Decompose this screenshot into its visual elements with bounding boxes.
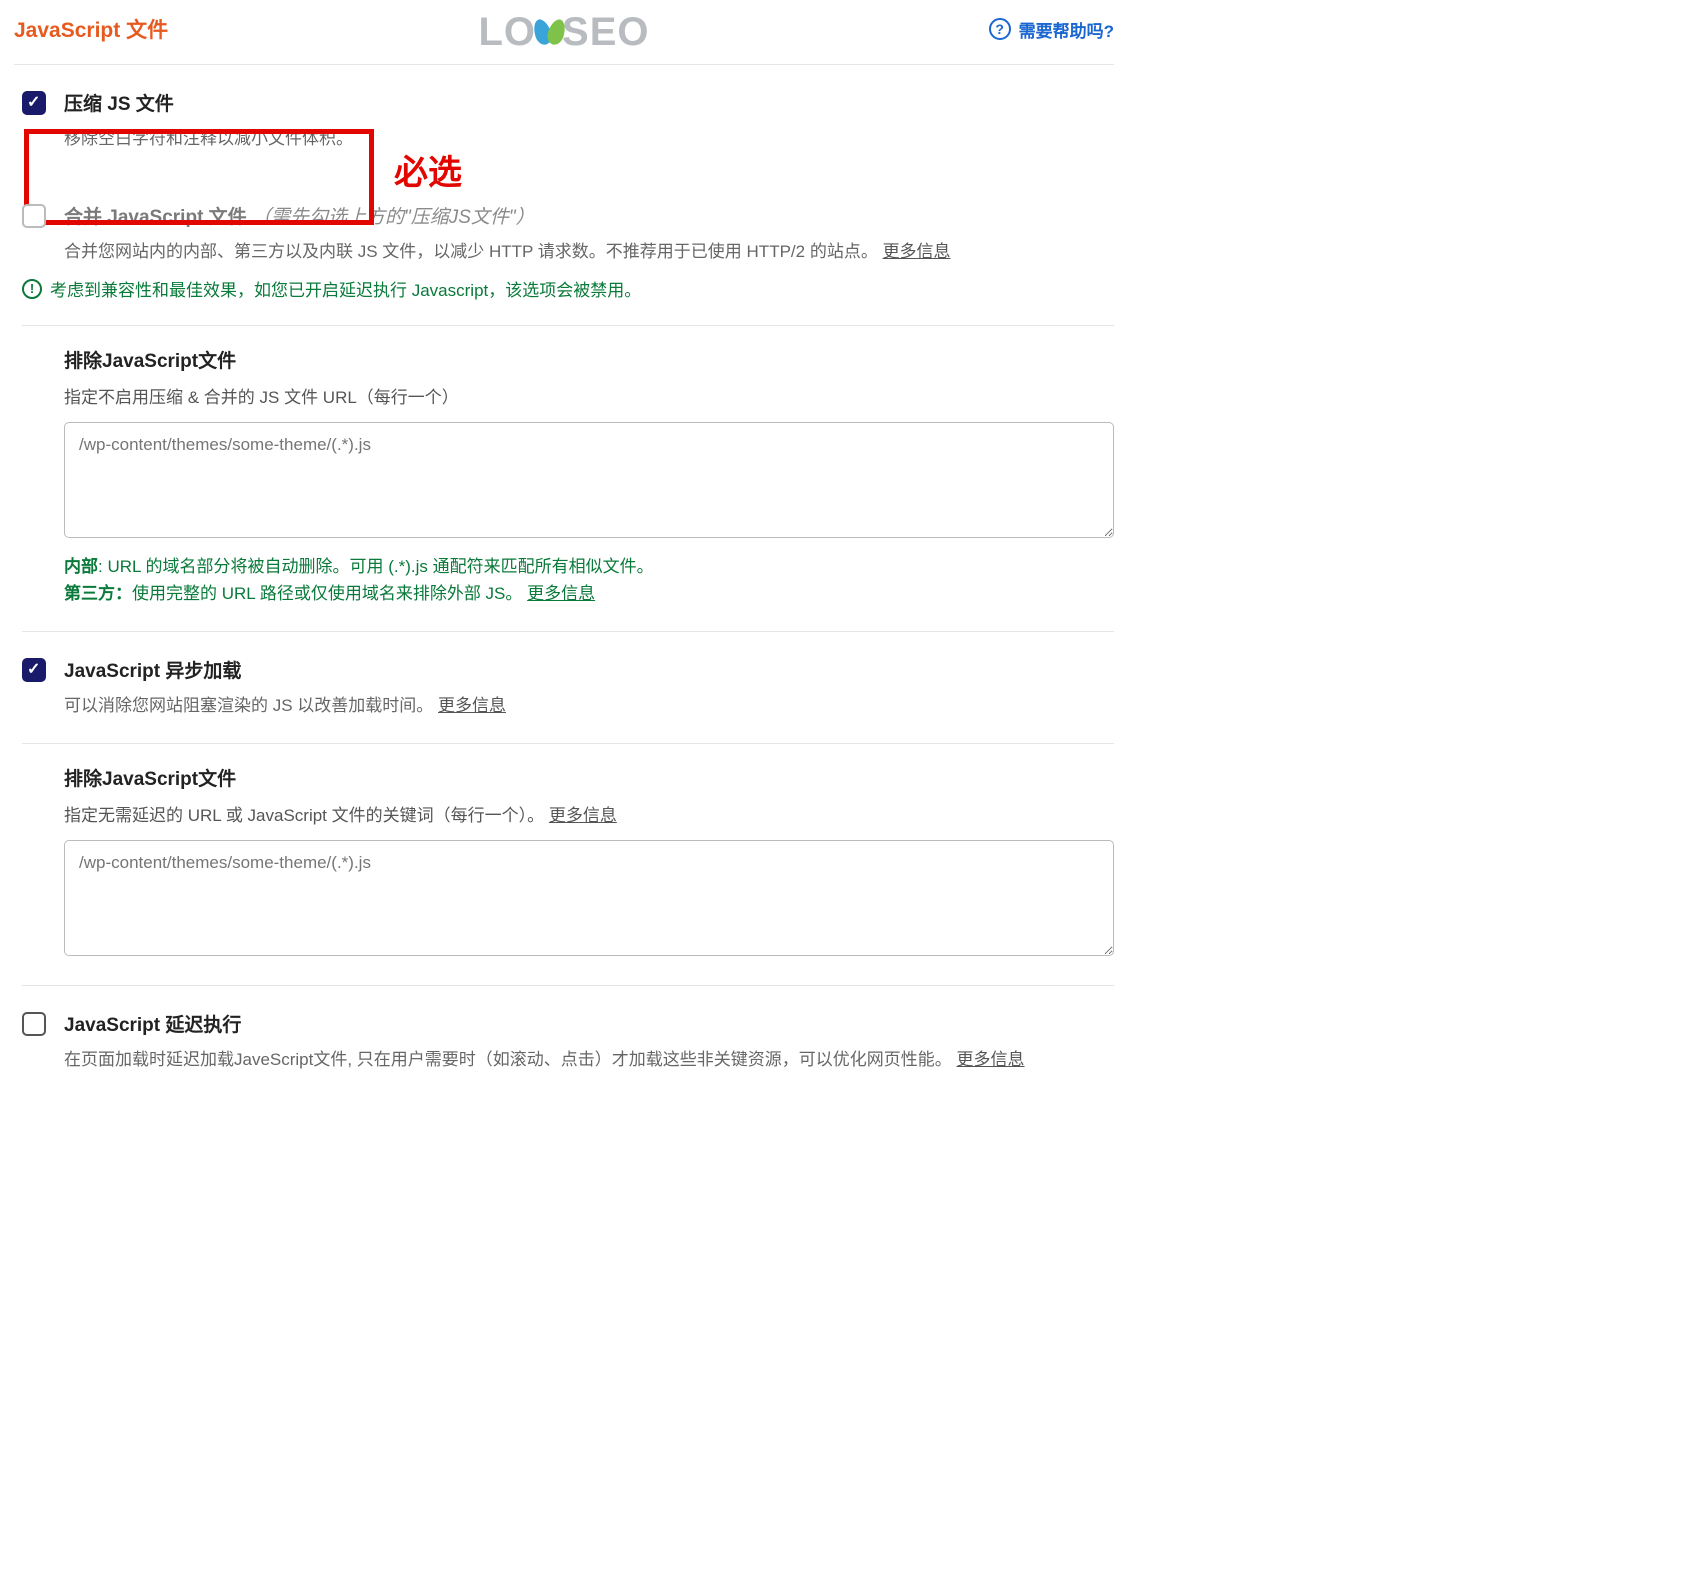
hint-internal-text: : URL 的域名部分将被自动删除。可用 (.*).js 通配符来匹配所有相似文…: [98, 557, 654, 576]
logo: LO SEO: [478, 10, 649, 55]
settings-panel: 必选 压缩 JS 文件 移除空白字符和注释以减小文件体积。 合并 JavaScr…: [14, 65, 1114, 1072]
combine-warning-text: 考虑到兼容性和最佳效果，如您已开启延迟执行 Javascript，该选项会被禁用…: [50, 276, 641, 301]
delay-js-desc-text: 在页面加载时延迟加载JaveScript文件, 只在用户需要时（如滚动、点击）才…: [64, 1050, 952, 1069]
more-info-link[interactable]: 更多信息: [527, 584, 595, 603]
defer-js-desc-text: 可以消除您网站阻塞渲染的 JS 以改善加载时间。: [64, 696, 433, 715]
exclude-defer-textarea[interactable]: [64, 840, 1114, 956]
minify-js-title: 压缩 JS 文件: [64, 89, 1114, 116]
defer-js-desc: 可以消除您网站阻塞渲染的 JS 以改善加载时间。 更多信息: [64, 693, 1114, 719]
defer-js-title: JavaScript 异步加载: [64, 656, 1114, 683]
combine-js-checkbox[interactable]: [22, 204, 46, 228]
help-icon: ?: [989, 18, 1011, 40]
combine-warning: ! 考虑到兼容性和最佳效果，如您已开启延迟执行 Javascript，该选项会被…: [22, 276, 1114, 301]
combine-js-title-main: 合并 JavaScript 文件: [64, 207, 247, 228]
more-info-link[interactable]: 更多信息: [957, 1050, 1025, 1069]
help-link-label: 需要帮助吗?: [1019, 17, 1114, 42]
logo-text-left: LO: [478, 10, 536, 55]
warning-icon: !: [22, 279, 42, 299]
exclude-minify-textarea[interactable]: [64, 422, 1114, 538]
more-info-link[interactable]: 更多信息: [438, 696, 506, 715]
more-info-link[interactable]: 更多信息: [883, 242, 951, 261]
logo-text-right: SEO: [562, 10, 649, 55]
delay-js-desc: 在页面加载时延迟加载JaveScript文件, 只在用户需要时（如滚动、点击）才…: [64, 1047, 1114, 1073]
leaf-icon: [534, 9, 564, 45]
defer-js-checkbox[interactable]: [22, 658, 46, 682]
help-link[interactable]: ? 需要帮助吗?: [989, 17, 1114, 42]
exclude-js-minify-block: 排除JavaScript文件 指定不启用压缩 & 合并的 JS 文件 URL（每…: [14, 326, 1114, 607]
option-minify-js: 压缩 JS 文件 移除空白字符和注释以减小文件体积。: [14, 65, 1114, 152]
hint-third-label: 第三方：: [64, 584, 132, 603]
minify-js-checkbox[interactable]: [22, 91, 46, 115]
exclude-defer-desc: 指定无需延迟的 URL 或 JavaScript 文件的关键词（每行一个）。 更…: [64, 801, 1114, 826]
exclude-minify-title: 排除JavaScript文件: [64, 346, 1114, 373]
delay-js-title: JavaScript 延迟执行: [64, 1010, 1114, 1037]
delay-js-checkbox[interactable]: [22, 1012, 46, 1036]
hint-third-text: 使用完整的 URL 路径或仅使用域名来排除外部 JS。: [132, 584, 522, 603]
combine-js-desc-text: 合并您网站内的内部、第三方以及内联 JS 文件，以减少 HTTP 请求数。不推荐…: [64, 242, 878, 261]
combine-js-title: 合并 JavaScript 文件 （需先勾选上方的"压缩JS文件"）: [64, 202, 1114, 229]
combine-js-desc: 合并您网站内的内部、第三方以及内联 JS 文件，以减少 HTTP 请求数。不推荐…: [64, 239, 1114, 265]
hint-internal-label: 内部: [64, 557, 98, 576]
page-header: JavaScript 文件 LO SEO ? 需要帮助吗?: [14, 0, 1114, 65]
exclude-defer-title: 排除JavaScript文件: [64, 764, 1114, 791]
more-info-link[interactable]: 更多信息: [549, 806, 617, 825]
exclude-hints: 内部: URL 的域名部分将被自动删除。可用 (.*).js 通配符来匹配所有相…: [64, 553, 1114, 607]
exclude-minify-desc: 指定不启用压缩 & 合并的 JS 文件 URL（每行一个）: [64, 383, 1114, 408]
exclude-defer-desc-text: 指定无需延迟的 URL 或 JavaScript 文件的关键词（每行一个）。: [64, 806, 544, 825]
minify-js-desc: 移除空白字符和注释以减小文件体积。: [64, 126, 1114, 152]
option-delay-js: JavaScript 延迟执行 在页面加载时延迟加载JaveScript文件, …: [14, 986, 1114, 1073]
combine-js-title-paren: （需先勾选上方的"压缩JS文件"）: [252, 207, 535, 228]
option-defer-js: JavaScript 异步加载 可以消除您网站阻塞渲染的 JS 以改善加载时间。…: [14, 632, 1114, 719]
section-title: JavaScript 文件: [14, 14, 168, 44]
option-combine-js: 合并 JavaScript 文件 （需先勾选上方的"压缩JS文件"） 合并您网站…: [14, 178, 1114, 265]
exclude-js-defer-block: 排除JavaScript文件 指定无需延迟的 URL 或 JavaScript …: [14, 744, 1114, 961]
